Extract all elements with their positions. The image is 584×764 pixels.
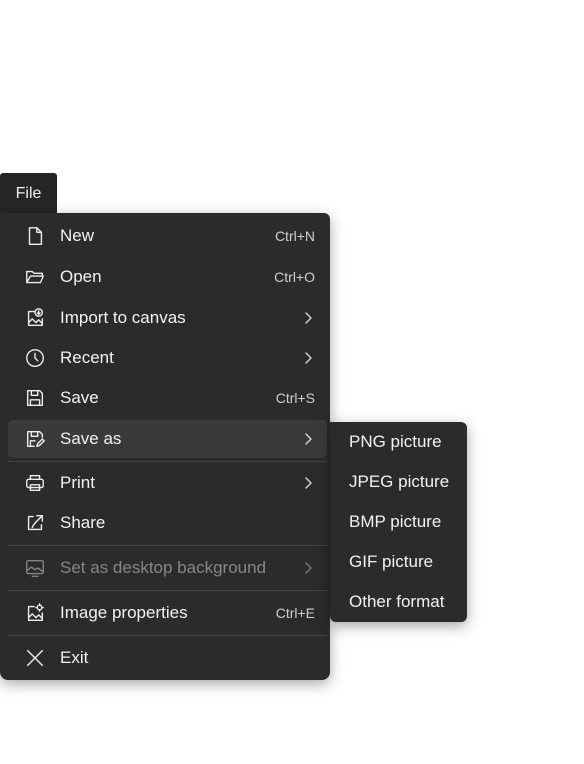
- save-as-submenu: PNG picture JPEG picture BMP picture GIF…: [330, 422, 467, 622]
- menu-item-save-as[interactable]: Save as: [8, 420, 327, 458]
- menu-item-label: Share: [60, 513, 106, 532]
- submenu-item-label: PNG picture: [349, 432, 442, 451]
- menu-divider: [8, 590, 327, 591]
- menu-item-open[interactable]: Open Ctrl+O: [8, 258, 327, 296]
- menu-item-label: New: [60, 226, 95, 245]
- menu-item-print[interactable]: Print: [8, 464, 327, 502]
- menu-item-share[interactable]: Share: [8, 504, 327, 542]
- submenu-item-gif[interactable]: GIF picture: [330, 542, 467, 582]
- menu-divider: [8, 545, 327, 546]
- chevron-right-icon: [303, 432, 313, 446]
- menu-item-set-as-desktop-background: Set as desktop background: [8, 549, 327, 587]
- submenu-item-png[interactable]: PNG picture: [330, 422, 467, 462]
- share-icon: [24, 512, 46, 534]
- chevron-right-icon: [303, 311, 313, 325]
- menu-item-import-to-canvas[interactable]: Import to canvas: [8, 299, 327, 337]
- menu-item-label: Save: [60, 388, 99, 407]
- menu-item-label: Import to canvas: [60, 308, 186, 327]
- shortcut-text: Ctrl+O: [274, 269, 315, 285]
- submenu-item-label: Other format: [349, 592, 445, 611]
- image-properties-icon: [24, 602, 46, 624]
- menu-item-new[interactable]: New Ctrl+N: [8, 217, 327, 255]
- import-image-icon: [24, 307, 46, 329]
- submenu-item-other-format[interactable]: Other format: [330, 582, 467, 622]
- menu-item-recent[interactable]: Recent: [8, 339, 327, 377]
- file-menu: New Ctrl+N Open Ctrl+O Import to canvas …: [0, 213, 330, 680]
- menu-divider: [8, 461, 327, 462]
- save-as-icon: [24, 428, 46, 450]
- menu-item-label: Image properties: [60, 603, 188, 622]
- submenu-item-jpeg[interactable]: JPEG picture: [330, 462, 467, 502]
- clock-icon: [24, 347, 46, 369]
- menu-divider: [8, 635, 327, 636]
- save-icon: [24, 387, 46, 409]
- chevron-right-icon: [303, 476, 313, 490]
- chevron-right-icon: [303, 351, 313, 365]
- menu-item-exit[interactable]: Exit: [8, 639, 327, 677]
- menu-item-save[interactable]: Save Ctrl+S: [8, 379, 327, 417]
- menu-item-image-properties[interactable]: Image properties Ctrl+E: [8, 594, 327, 632]
- chevron-right-icon: [303, 561, 313, 575]
- menu-item-label: Recent: [60, 348, 114, 367]
- folder-open-icon: [24, 266, 46, 288]
- printer-icon: [24, 472, 46, 494]
- new-file-icon: [24, 225, 46, 247]
- shortcut-text: Ctrl+S: [275, 390, 315, 406]
- menu-item-label: Set as desktop background: [60, 558, 267, 577]
- close-icon: [24, 647, 46, 669]
- desktop-background-icon: [24, 557, 46, 579]
- submenu-item-bmp[interactable]: BMP picture: [330, 502, 467, 542]
- submenu-item-label: JPEG picture: [349, 472, 450, 491]
- submenu-item-label: GIF picture: [349, 552, 434, 571]
- shortcut-text: Ctrl+E: [275, 605, 315, 621]
- file-menu-tab[interactable]: File: [0, 173, 57, 214]
- submenu-item-label: BMP picture: [349, 512, 442, 531]
- menu-item-label: Save as: [60, 429, 122, 448]
- menu-item-label: Open: [60, 267, 102, 286]
- menu-item-label: Print: [60, 473, 95, 492]
- menu-item-label: Exit: [60, 648, 89, 667]
- shortcut-text: Ctrl+N: [274, 228, 315, 244]
- file-menu-label: File: [15, 184, 42, 202]
